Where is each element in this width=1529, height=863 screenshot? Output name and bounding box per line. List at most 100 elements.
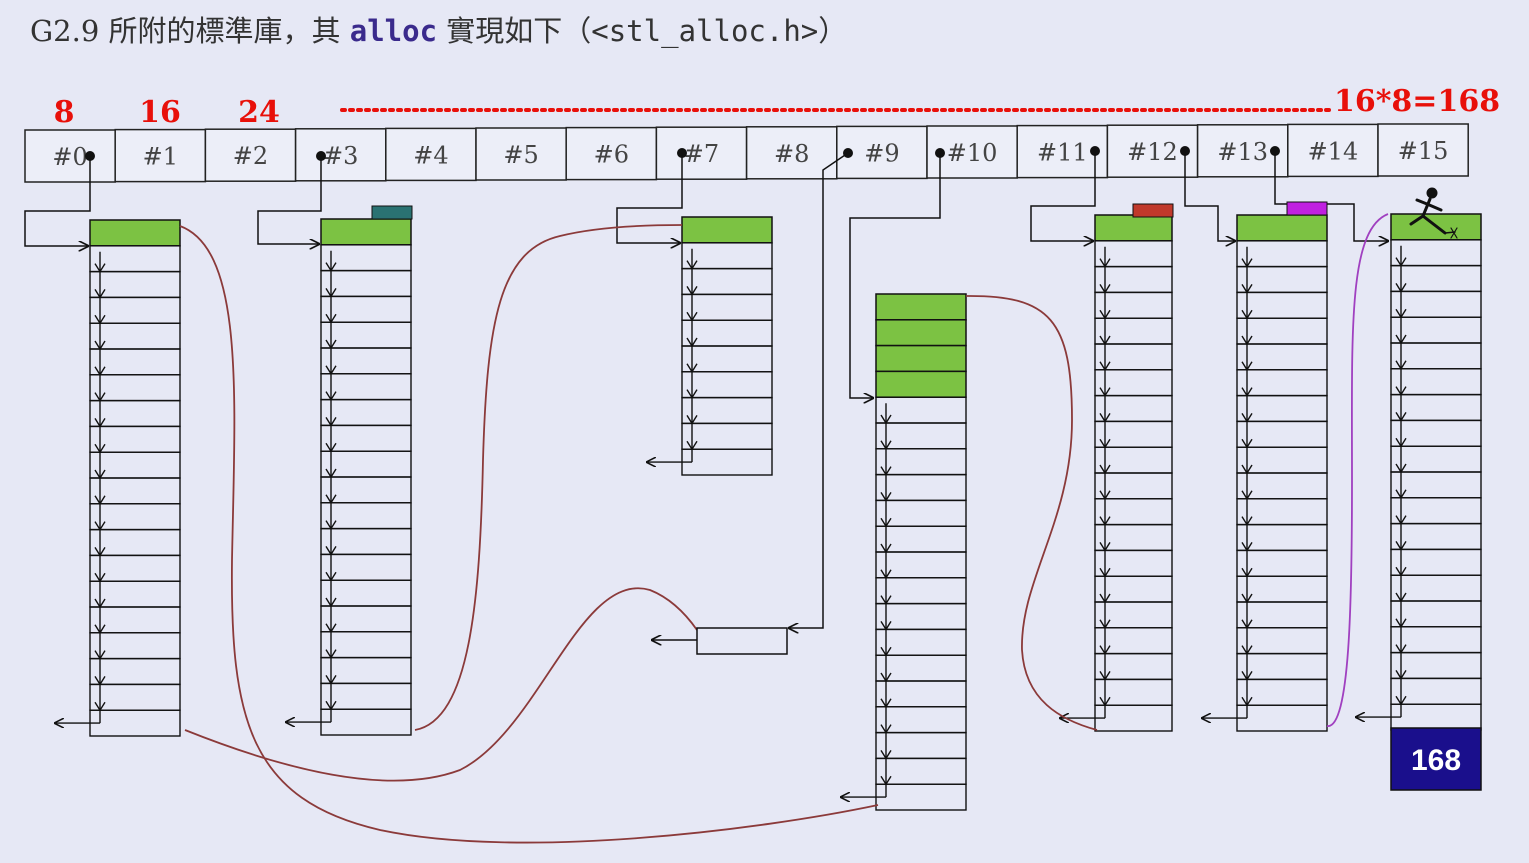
- free-chunk: [320, 631, 412, 659]
- magenta-remnant-block: [1286, 201, 1328, 216]
- free-chunk: [1094, 678, 1173, 706]
- free-chunk: [1236, 343, 1328, 371]
- free-chunk: [875, 628, 967, 656]
- free-chunk: [320, 656, 412, 685]
- free-chunk: [875, 551, 967, 579]
- block-slot-15: [1356, 213, 1482, 731]
- free-chunk: [1094, 240, 1173, 268]
- free-chunk: [1236, 601, 1328, 629]
- free-chunk: [1094, 369, 1173, 397]
- slot-label: #14: [1308, 137, 1359, 165]
- block-slot-10: [841, 293, 967, 811]
- block-slot-11: [1060, 214, 1173, 732]
- free-chunk: [1390, 497, 1482, 525]
- free-chunk: [1094, 265, 1173, 294]
- free-chunk: [1236, 420, 1328, 448]
- block-slot-3: [286, 218, 412, 736]
- allocated-chunk: [681, 216, 773, 244]
- free-chunk: [89, 399, 181, 428]
- free-chunk: [89, 451, 181, 479]
- slot-label: #2: [233, 142, 268, 170]
- free-chunk: [320, 579, 412, 607]
- free-chunk: [1094, 498, 1173, 526]
- free-chunk: [89, 657, 181, 686]
- free-chunk: [875, 654, 967, 682]
- free-chunk: [1236, 652, 1328, 681]
- free-chunk: [1094, 575, 1173, 603]
- free-chunk: [89, 322, 181, 350]
- free-chunk: [1236, 240, 1328, 268]
- curve-13-to-15: [1326, 213, 1389, 727]
- free-chunk: [1236, 446, 1328, 474]
- free-chunk: [1094, 652, 1173, 681]
- free-chunk: [89, 683, 181, 711]
- block-slot-7: [647, 216, 773, 476]
- free-chunk: [681, 267, 773, 296]
- free-chunk: [1236, 575, 1328, 603]
- slot-label: #15: [1398, 137, 1449, 165]
- free-chunk: [875, 706, 967, 734]
- free-chunk: [89, 270, 181, 299]
- free-chunk: [1390, 522, 1482, 551]
- pointer-9: [789, 152, 849, 628]
- slot-label: #7: [684, 140, 719, 168]
- slot-label: #8: [774, 140, 809, 168]
- free-chunk: [320, 424, 412, 452]
- allocated-chunk: [89, 219, 181, 247]
- free-chunk: [89, 580, 181, 608]
- teal-remnant-block: [371, 205, 413, 220]
- free-chunk: [1390, 677, 1482, 705]
- free-chunk: [1390, 316, 1482, 344]
- allocated-chunk: [1236, 214, 1328, 242]
- free-chunk: [1390, 548, 1482, 576]
- free-chunk: [875, 577, 967, 605]
- free-chunk: [320, 682, 412, 710]
- free-chunk: [875, 602, 967, 631]
- free-chunk: [875, 396, 967, 424]
- free-chunk: [320, 373, 412, 401]
- free-chunk: [1094, 394, 1173, 423]
- free-chunk: [681, 345, 773, 373]
- free-chunk: [320, 553, 412, 581]
- free-chunk: [1094, 523, 1173, 552]
- free-chunk: [1390, 264, 1482, 293]
- free-chunk: [681, 319, 773, 347]
- free-chunk: [89, 709, 181, 737]
- free-chunk: [89, 477, 181, 505]
- free-chunk: [1390, 626, 1482, 654]
- free-chunk: [1390, 574, 1482, 602]
- free-chunk: [1236, 472, 1328, 500]
- slot-label: #12: [1127, 138, 1178, 166]
- slot-label: #13: [1217, 138, 1268, 166]
- free-chunk: [1236, 317, 1328, 345]
- slot-label: #0: [52, 143, 87, 171]
- allocated-chunk: [875, 293, 967, 321]
- free-chunk: [1390, 290, 1482, 318]
- free-chunk: [1236, 291, 1328, 319]
- slot-label: #6: [594, 141, 629, 169]
- free-chunk: [1390, 239, 1482, 267]
- free-chunk: [320, 347, 412, 375]
- free-chunk: [1390, 419, 1482, 447]
- free-chunk: [875, 525, 967, 553]
- free-chunk: [1094, 343, 1173, 371]
- free-chunk: [1094, 549, 1173, 577]
- free-chunk: [875, 448, 967, 476]
- free-chunk: [320, 708, 412, 736]
- formula-label: 16*8=168: [1334, 84, 1500, 119]
- free-chunk: [89, 503, 181, 531]
- slot-label: #1: [143, 143, 178, 171]
- allocated-chunk: [320, 218, 412, 246]
- free-list-diagram: 8 16 24 16*8=168 #0 #1 #2 #3 #4 #5 #6 #7 #8 #9 #10…: [24, 84, 1500, 844]
- red-remnant-block: [1132, 203, 1174, 218]
- slot-label: #5: [503, 141, 538, 169]
- free-chunk: [1236, 498, 1328, 526]
- free-chunk: [1236, 627, 1328, 655]
- block-slot-13: [1202, 214, 1328, 732]
- free-chunk: [1390, 393, 1482, 422]
- size-label-8: 8: [54, 95, 75, 130]
- free-chunk: [89, 425, 181, 453]
- free-chunk: [875, 731, 967, 760]
- allocated-chunk: [875, 370, 967, 398]
- curve-0-to-10: [179, 225, 879, 844]
